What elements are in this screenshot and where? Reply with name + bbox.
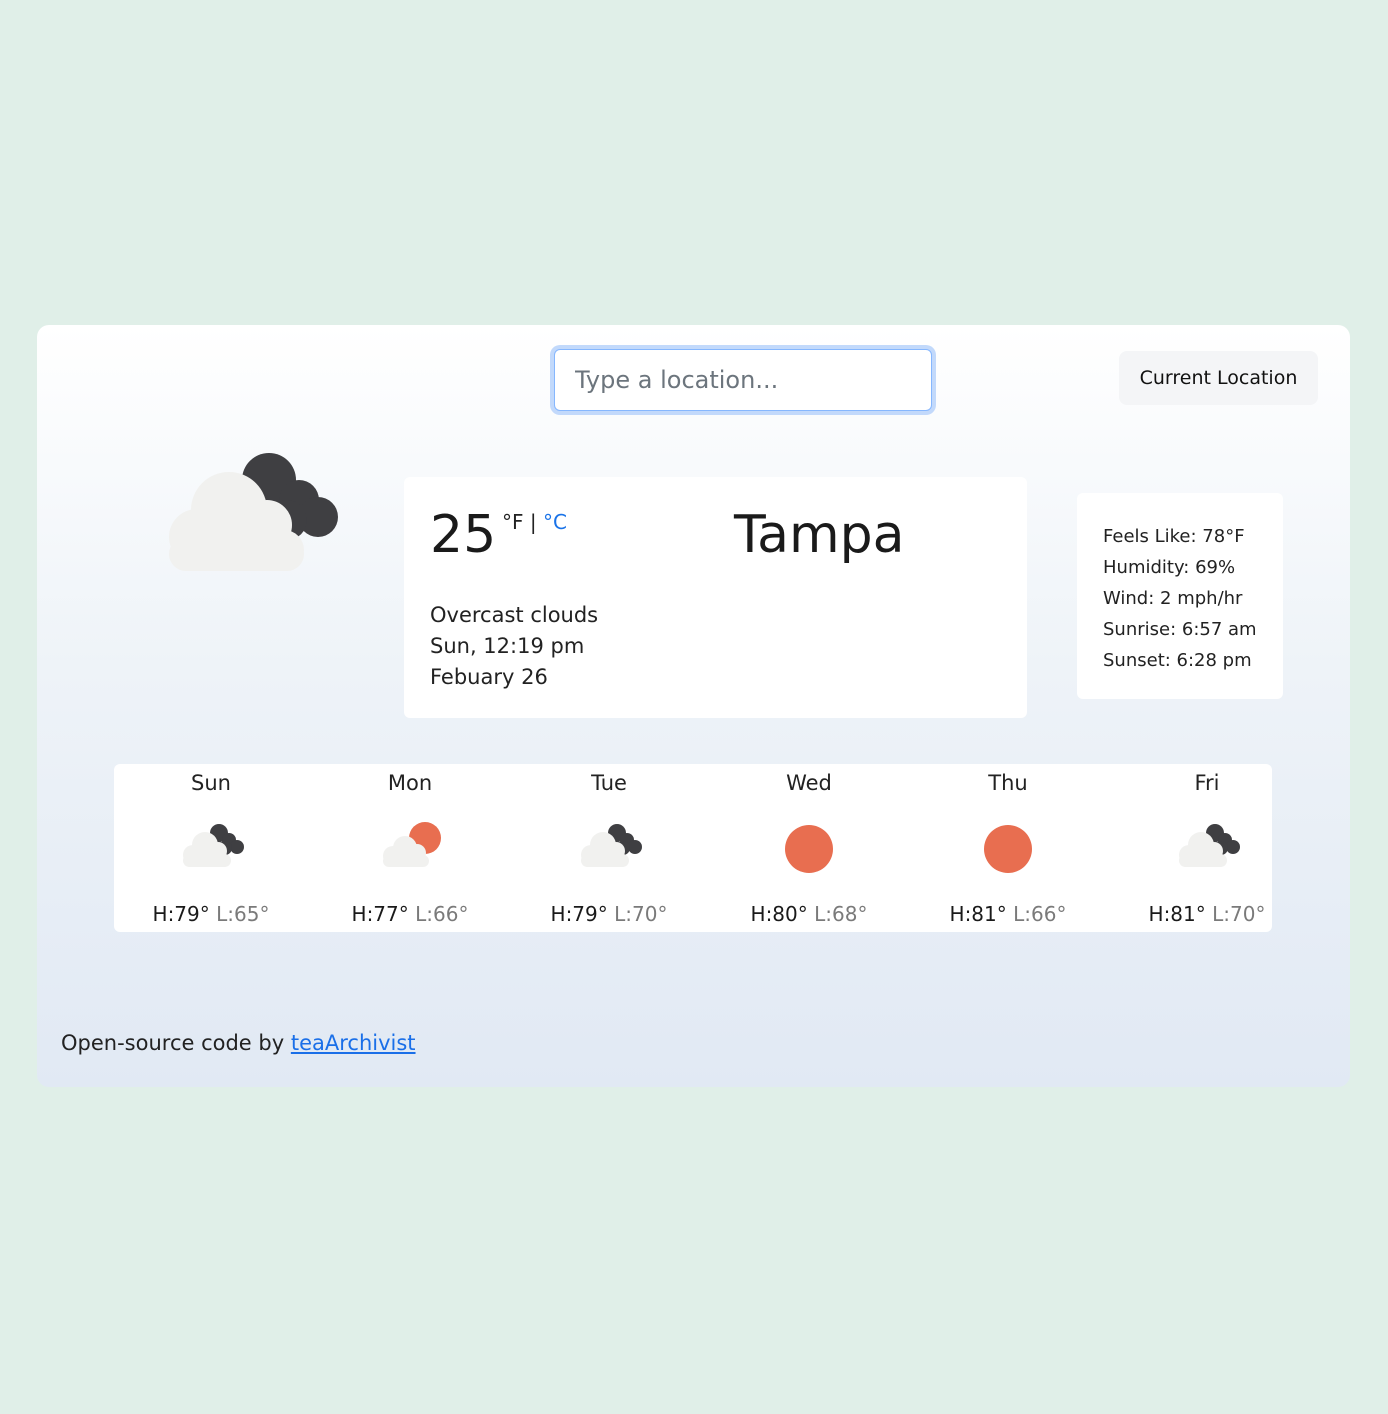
forecast-high: H:79° xyxy=(550,902,608,926)
forecast-high-low: H:77° L:66° xyxy=(320,901,500,927)
current-location-button[interactable]: Current Location xyxy=(1119,351,1318,405)
partly-cloudy-icon xyxy=(383,822,441,867)
current-temperature: 25 xyxy=(430,505,497,565)
current-weather-card: 25 °F | °C Tampa Overcast clouds Sun, 12… xyxy=(404,477,1027,718)
forecast-low: L:66° xyxy=(415,902,469,926)
overcast-clouds-icon xyxy=(169,453,338,571)
date: Febuary 26 xyxy=(430,665,548,689)
forecast-high-low: H:81° L:70° xyxy=(1117,901,1297,927)
forecast-high-low: H:81° L:66° xyxy=(918,901,1098,927)
location-search-input[interactable] xyxy=(554,349,932,411)
forecast-day-name: Wed xyxy=(786,771,832,795)
day-time: Sun, 12:19 pm xyxy=(430,634,585,658)
forecast-low: L:68° xyxy=(814,902,868,926)
forecast-high: H:77° xyxy=(351,902,409,926)
unit-separator: | xyxy=(529,510,537,534)
forecast-high-low: H:79° L:65° xyxy=(121,901,301,927)
sunset: Sunset: 6:28 pm xyxy=(1103,650,1252,671)
sun-icon xyxy=(984,825,1032,873)
weather-app: Current Location 25 °F | °C Tampa Overca… xyxy=(37,325,1350,1087)
sun-icon xyxy=(785,825,833,873)
feels-like: Feels Like: 78°F xyxy=(1103,526,1245,547)
forecast-high: H:81° xyxy=(1148,902,1206,926)
forecast-high-low: H:79° L:70° xyxy=(519,901,699,927)
forecast-day-name: Sun xyxy=(191,771,231,795)
footer-text: Open-source code by xyxy=(61,1031,291,1055)
forecast-day-name: Mon xyxy=(387,771,433,795)
forecast-high: H:81° xyxy=(949,902,1007,926)
forecast-high: H:79° xyxy=(152,902,210,926)
forecast-low: L:70° xyxy=(1212,902,1266,926)
forecast-strip: Sun H:79° L:65° Mon H:77° L:66° Tue H:79… xyxy=(114,764,1272,932)
forecast-high: H:80° xyxy=(750,902,808,926)
forecast-day-name: Thu xyxy=(988,771,1028,795)
forecast-day-name: Fri xyxy=(1194,771,1220,795)
overcast-clouds-icon xyxy=(581,824,642,867)
forecast-low: L:65° xyxy=(216,902,270,926)
unit-toggle: °F | °C xyxy=(502,510,567,534)
overcast-clouds-icon xyxy=(1179,824,1240,867)
author-link[interactable]: teaArchivist xyxy=(291,1031,416,1055)
forecast-high-low: H:80° L:68° xyxy=(719,901,899,927)
celsius-toggle[interactable]: °C xyxy=(543,510,567,534)
footer: Open-source code by teaArchivist xyxy=(61,1031,416,1055)
wind: Wind: 2 mph/hr xyxy=(1103,588,1243,609)
forecast-day-name: Tue xyxy=(591,771,627,795)
city-name: Tampa xyxy=(734,505,905,565)
overcast-clouds-icon xyxy=(183,824,244,867)
current-description: Overcast clouds Sun, 12:19 pm Febuary 26 xyxy=(430,600,598,693)
weather-description: Overcast clouds xyxy=(430,603,599,627)
weather-details-card: Feels Like: 78°F Humidity: 69% Wind: 2 m… xyxy=(1077,493,1283,699)
humidity: Humidity: 69% xyxy=(1103,557,1236,578)
fahrenheit-toggle[interactable]: °F xyxy=(502,510,524,534)
sunrise: Sunrise: 6:57 am xyxy=(1103,619,1257,640)
forecast-low: L:70° xyxy=(614,902,668,926)
forecast-low: L:66° xyxy=(1013,902,1067,926)
